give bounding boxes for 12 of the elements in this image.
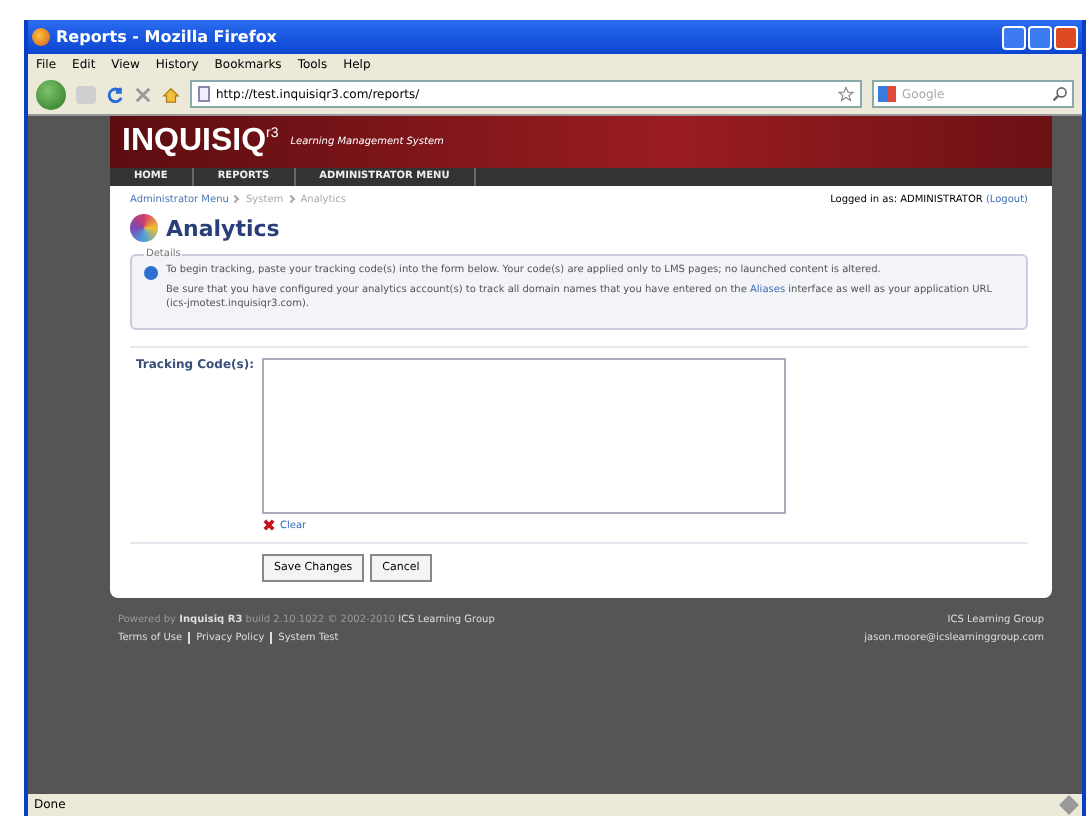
home-icon[interactable]	[162, 85, 180, 103]
tracking-code-field[interactable]	[262, 358, 786, 514]
reload-icon[interactable]	[106, 85, 124, 103]
stop-icon[interactable]	[134, 85, 152, 103]
analytics-icon	[130, 214, 158, 242]
star-icon[interactable]	[838, 86, 854, 102]
window-title: Reports - Mozilla Firefox	[56, 28, 277, 46]
clear-icon[interactable]	[262, 518, 276, 532]
search-icon[interactable]	[1052, 86, 1068, 102]
page-title: Analytics	[166, 215, 280, 241]
site-logo: INQUISIQ$^{r3}$	[122, 124, 279, 160]
page-icon	[198, 86, 210, 102]
